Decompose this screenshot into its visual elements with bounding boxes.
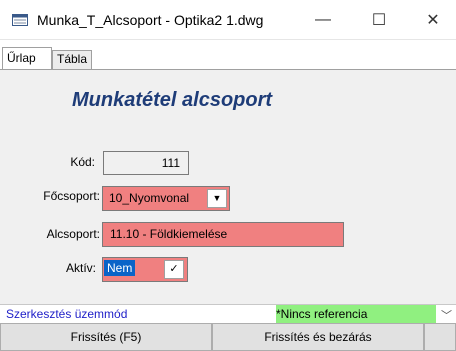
window-title: Munka_T_Alcsoport - Optika2 1.dwg (37, 12, 264, 28)
alcsoport-label: Alcsoport: (46, 227, 100, 241)
close-button[interactable]: ✕ (410, 0, 456, 40)
aktiv-label: Aktív: (65, 261, 96, 275)
minimize-icon: — (315, 11, 331, 28)
focsoport-dropdown-button[interactable]: ▼ (207, 189, 227, 208)
triangle-down-icon: ▼ (212, 193, 222, 203)
form-title: Munkatétel alcsoport (72, 89, 273, 111)
focsoport-label: Főcsoport: (43, 189, 100, 203)
tab-table[interactable]: Tábla (52, 50, 92, 69)
aktiv-dropdown[interactable]: Nem ✓ (102, 257, 188, 282)
tab-form[interactable]: Űrlap (2, 47, 52, 69)
minimize-button[interactable]: — (300, 0, 346, 40)
status-reference: *Nincs referencia (276, 305, 436, 323)
maximize-icon: ☐ (371, 12, 387, 29)
aktiv-dropdown-button[interactable]: ✓ (164, 260, 184, 279)
focsoport-dropdown[interactable]: 10_Nyomvonal ▼ (102, 186, 230, 211)
chevron-down-icon[interactable]: ﹀ (441, 307, 452, 323)
kod-field[interactable]: 111 (103, 151, 189, 175)
form-window-icon (12, 14, 28, 26)
aktiv-value: Nem (104, 260, 136, 276)
title-bar: Munka_T_Alcsoport - Optika2 1.dwg — ☐ ✕ (0, 0, 456, 40)
alcsoport-field[interactable]: 11.10 - Földkiemelése (102, 222, 344, 247)
status-bar: Szerkesztés üzemmód *Nincs referencia ﹀ (0, 304, 456, 323)
maximize-button[interactable]: ☐ (356, 0, 402, 40)
kod-label: Kód: (70, 155, 95, 169)
focsoport-value: 10_Nyomvonal (109, 191, 190, 205)
refresh-button[interactable]: Frissítés (F5) (0, 323, 212, 351)
extra-button[interactable] (424, 323, 456, 351)
checkmark-icon: ✓ (169, 263, 179, 275)
status-mode: Szerkesztés üzemmód (6, 307, 128, 321)
close-icon: ✕ (426, 12, 440, 29)
refresh-close-button[interactable]: Frissítés és bezárás (212, 323, 424, 351)
